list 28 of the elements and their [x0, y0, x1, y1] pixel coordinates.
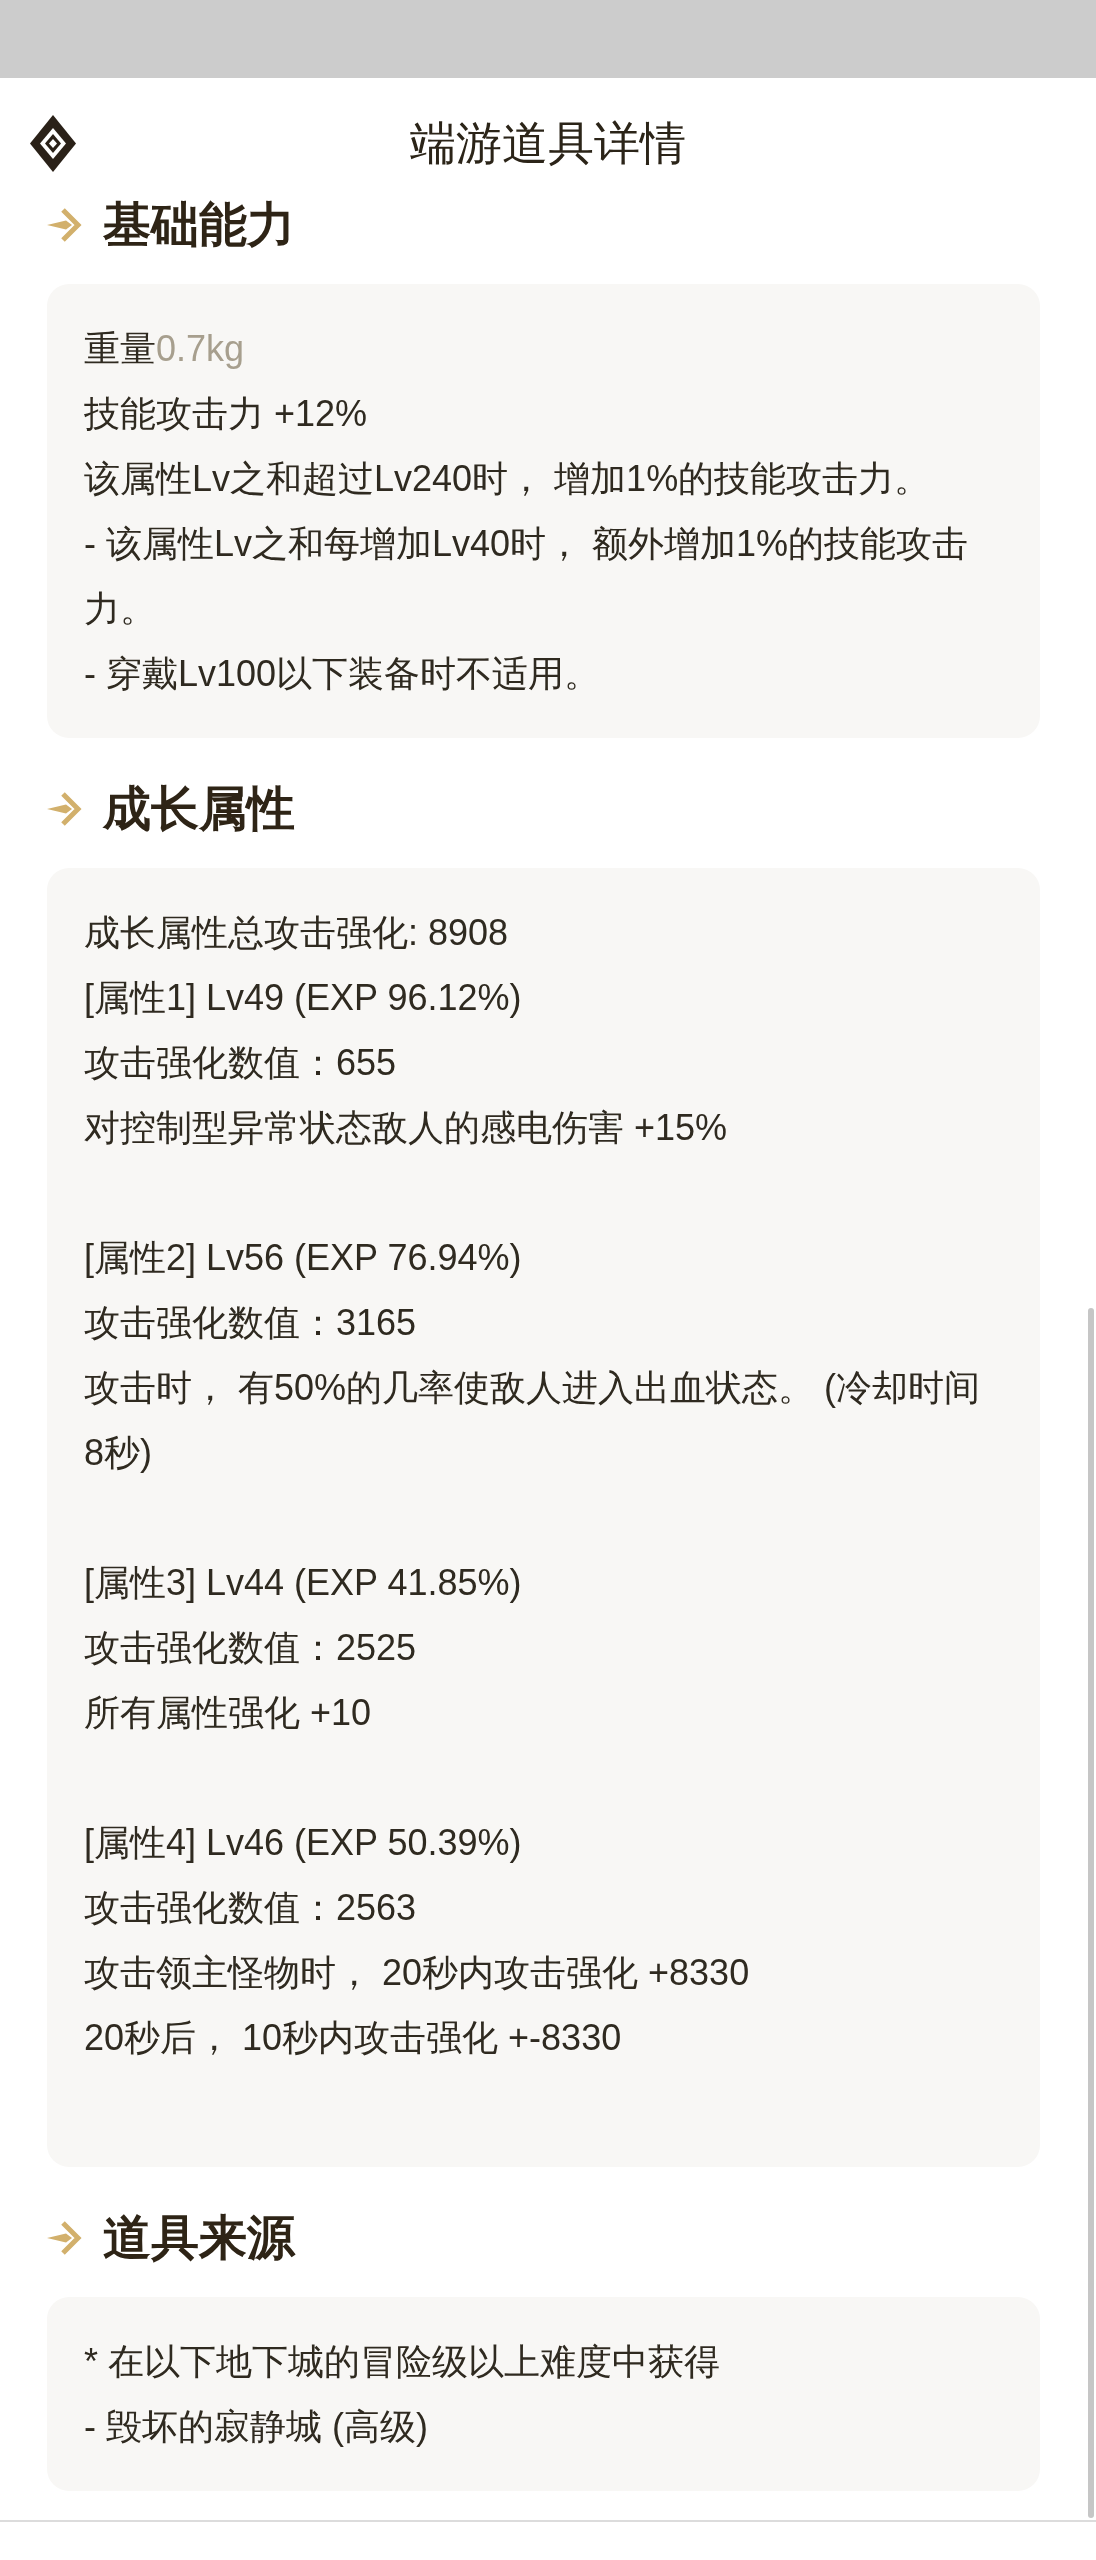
attribute-value: 攻击强化数值：2525 [84, 1626, 418, 1670]
effect-line: 所有属性强化 +10 [84, 1691, 373, 1735]
scrollbar-thumb[interactable] [1088, 1308, 1094, 2518]
section-heading: 道具来源 [103, 2210, 295, 2266]
attribute-value: 攻击强化数值：3165 [84, 1301, 418, 1345]
weight-label: 重量 [84, 327, 156, 371]
attribute-header: [属性3] Lv44 (EXP 41.85%) [84, 1561, 523, 1605]
stat-line: - 该属性Lv之和每增加Lv40时， 额外增加1%的技能攻击力。 [84, 522, 970, 631]
effect-line: 20秒后， 10秒内攻击强化 +-8330 [84, 2016, 623, 2060]
attribute-value: 攻击强化数值：2563 [84, 1886, 418, 1930]
attribute-value: 攻击强化数值：655 [84, 1041, 398, 1085]
stat-line: 该属性Lv之和超过Lv240时， 增加1%的技能攻击力。 [84, 457, 932, 501]
stat-line: 技能攻击力 +12% [84, 392, 369, 436]
attribute-header: [属性1] Lv49 (EXP 96.12%) [84, 976, 523, 1020]
effect-line: 对控制型异常状态敌人的感电伤害 +15% [84, 1106, 729, 1150]
logo-icon [30, 114, 76, 172]
attribute-header: [属性2] Lv56 (EXP 76.94%) [84, 1236, 523, 1280]
section-heading: 成长属性 [103, 781, 295, 837]
effect-line: 攻击领主怪物时， 20秒内攻击强化 +8330 [84, 1951, 751, 1995]
source-line: - 毁坏的寂静城 (高级) [84, 2405, 429, 2449]
stat-line: - 穿戴Lv100以下装备时不适用。 [84, 652, 602, 696]
total-stat-line: 成长属性总攻击强化: 8908 [84, 911, 510, 955]
attribute-header: [属性4] Lv46 (EXP 50.39%) [84, 1821, 523, 1865]
source-line: * 在以下地下城的冒险级以上难度中获得 [84, 2340, 721, 2384]
effect-line: 攻击时， 有50%的几率使敌人进入出血状态。 (冷却时间8秒) [84, 1366, 982, 1475]
weight-value: 0.7kg [156, 327, 245, 371]
page-title: 端游道具详情 [410, 116, 686, 171]
section-heading: 基础能力 [103, 197, 295, 253]
